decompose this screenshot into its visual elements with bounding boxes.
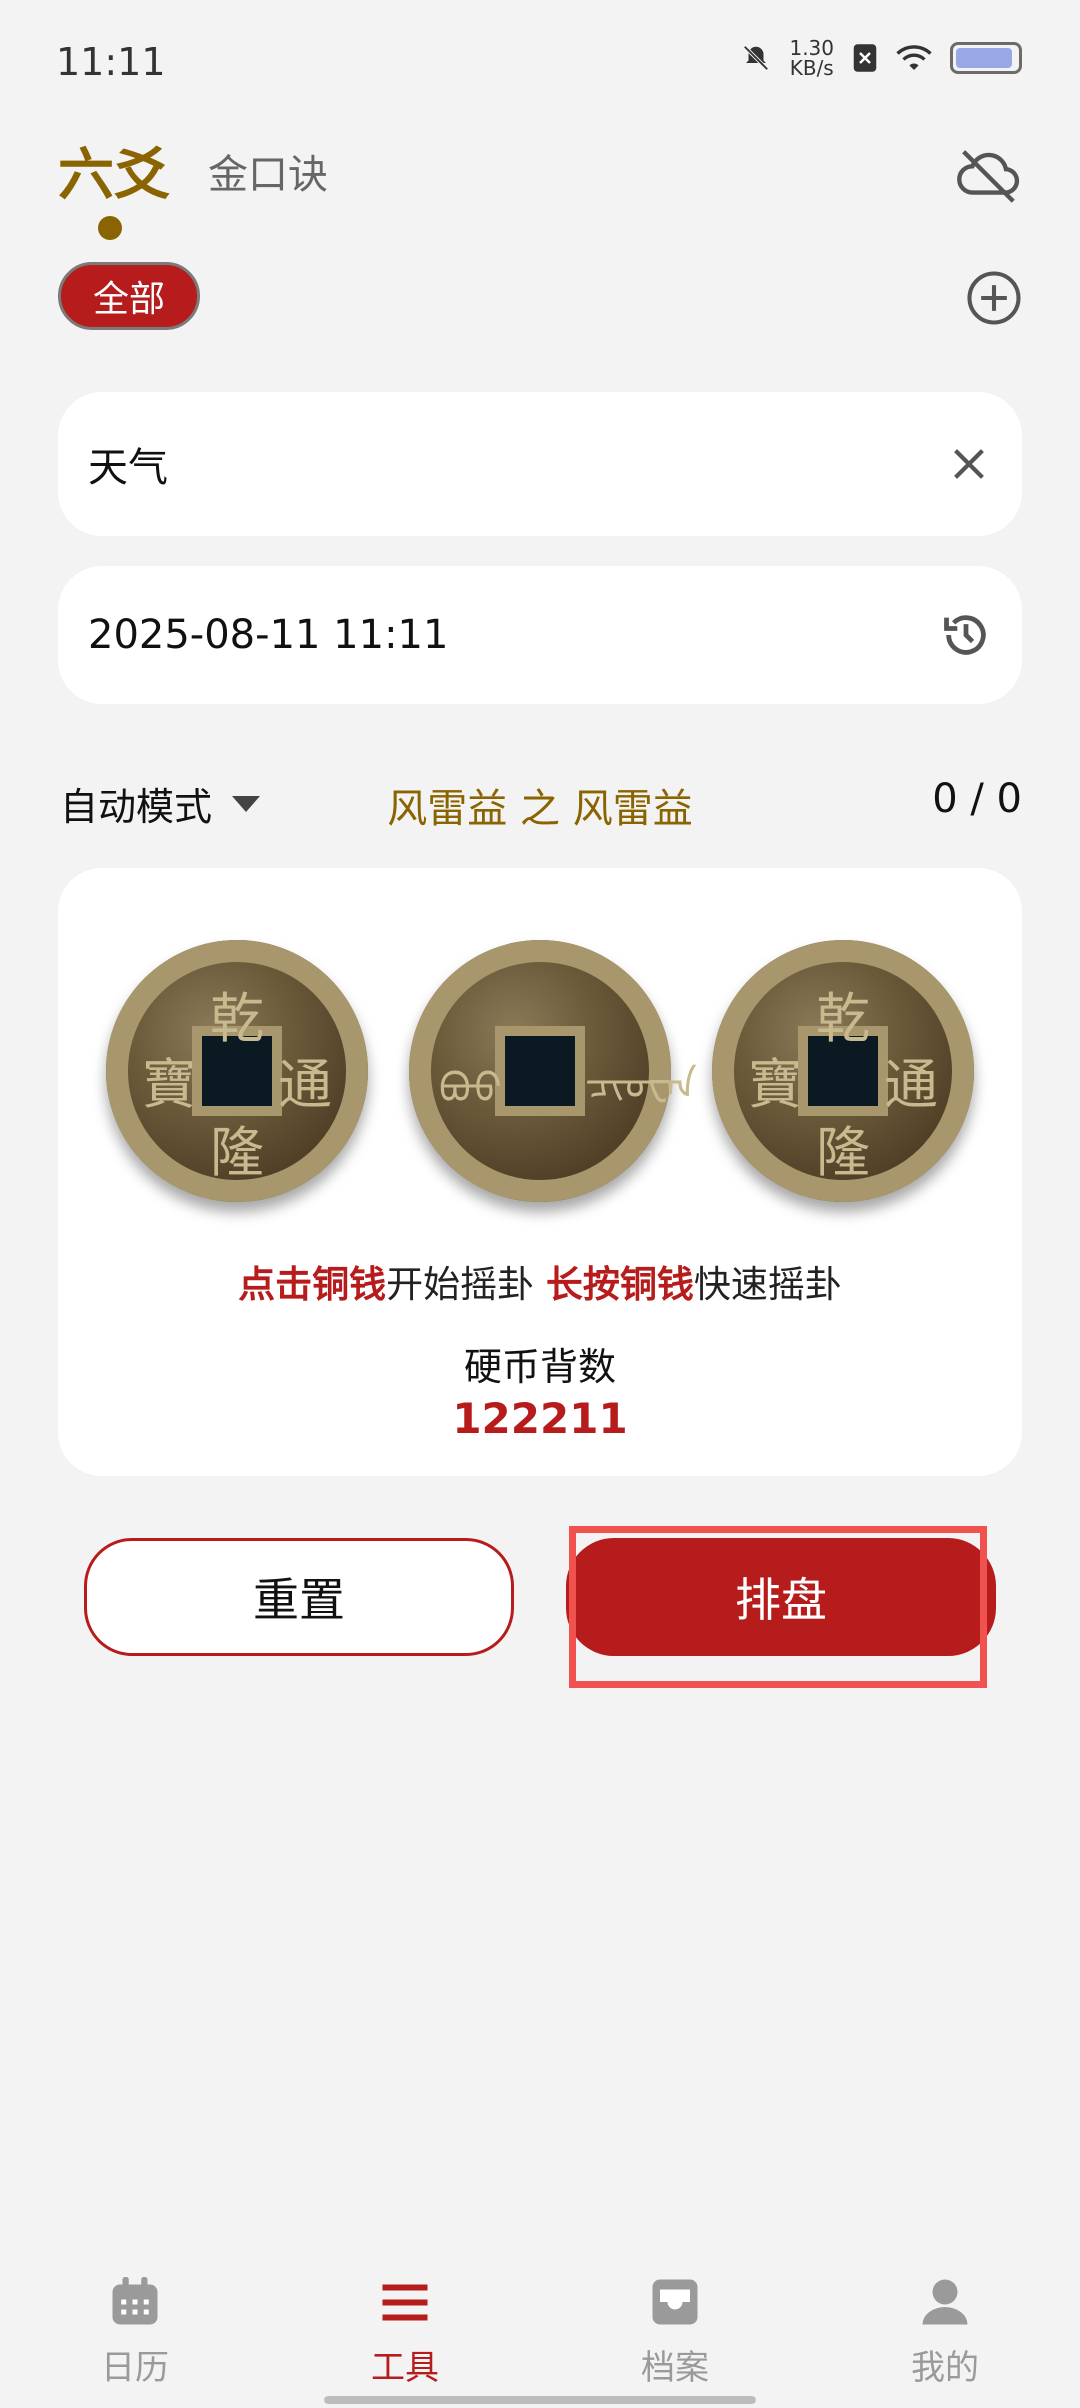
coin-back-value: 122211 <box>452 1394 628 1443</box>
wifi-icon <box>896 45 932 70</box>
clear-icon[interactable] <box>946 441 992 487</box>
coin-1[interactable]: 乾 隆 寶 通 <box>106 940 368 1202</box>
sim-off-icon <box>853 44 877 72</box>
coin-hint: 点击铜钱开始摇卦 长按铜钱快速摇卦 <box>238 1263 842 1306</box>
coin-2[interactable]: ᠪᠣᠣ ᠴᡳᠣᠸᠠᠨ <box>409 940 697 1202</box>
question-input-value[interactable]: 天气 <box>88 435 168 493</box>
coin-back-label: 硬币背数 <box>463 1345 616 1389</box>
nav-archive[interactable]: 档案 <box>575 2272 775 2389</box>
coin-3[interactable]: 乾 隆 寶 通 <box>712 940 974 1202</box>
status-icons: 1.30 KB/s <box>741 38 1022 78</box>
cloud-off-icon[interactable] <box>952 140 1022 210</box>
tab-jinkoujue[interactable]: 金口诀 <box>208 142 328 200</box>
reset-button[interactable]: 重置 <box>84 1538 514 1656</box>
highlight-box <box>569 1526 987 1688</box>
person-icon <box>922 2279 968 2325</box>
calendar-icon <box>112 2277 158 2325</box>
mute-bell-icon <box>743 45 770 71</box>
datetime-value[interactable]: 2025-08-11 11:11 <box>88 612 448 658</box>
datetime-field[interactable]: 2025-08-11 11:11 <box>58 566 1022 704</box>
archive-icon <box>652 2279 698 2325</box>
home-indicator <box>324 2396 756 2404</box>
question-field[interactable]: 天气 <box>58 392 1022 536</box>
nav-calendar[interactable]: 日历 <box>35 2272 235 2389</box>
tab-liuyao[interactable]: 六爻 <box>58 130 170 211</box>
filter-chip-all[interactable]: 全部 <box>58 262 200 330</box>
add-circle-icon[interactable] <box>966 270 1022 326</box>
nav-tools[interactable]: 工具 <box>305 2272 505 2389</box>
battery-icon <box>950 42 1022 74</box>
shake-count: 0 / 0 <box>932 776 1022 822</box>
history-clock-icon[interactable] <box>940 609 992 661</box>
menu-icon <box>382 2284 428 2321</box>
active-tab-indicator <box>98 216 122 240</box>
gua-name: 风雷益 之 风雷益 <box>387 786 693 832</box>
status-time: 11:11 <box>56 40 166 84</box>
nav-profile[interactable]: 我的 <box>845 2272 1045 2389</box>
network-speed: 1.30 KB/s <box>789 36 834 80</box>
